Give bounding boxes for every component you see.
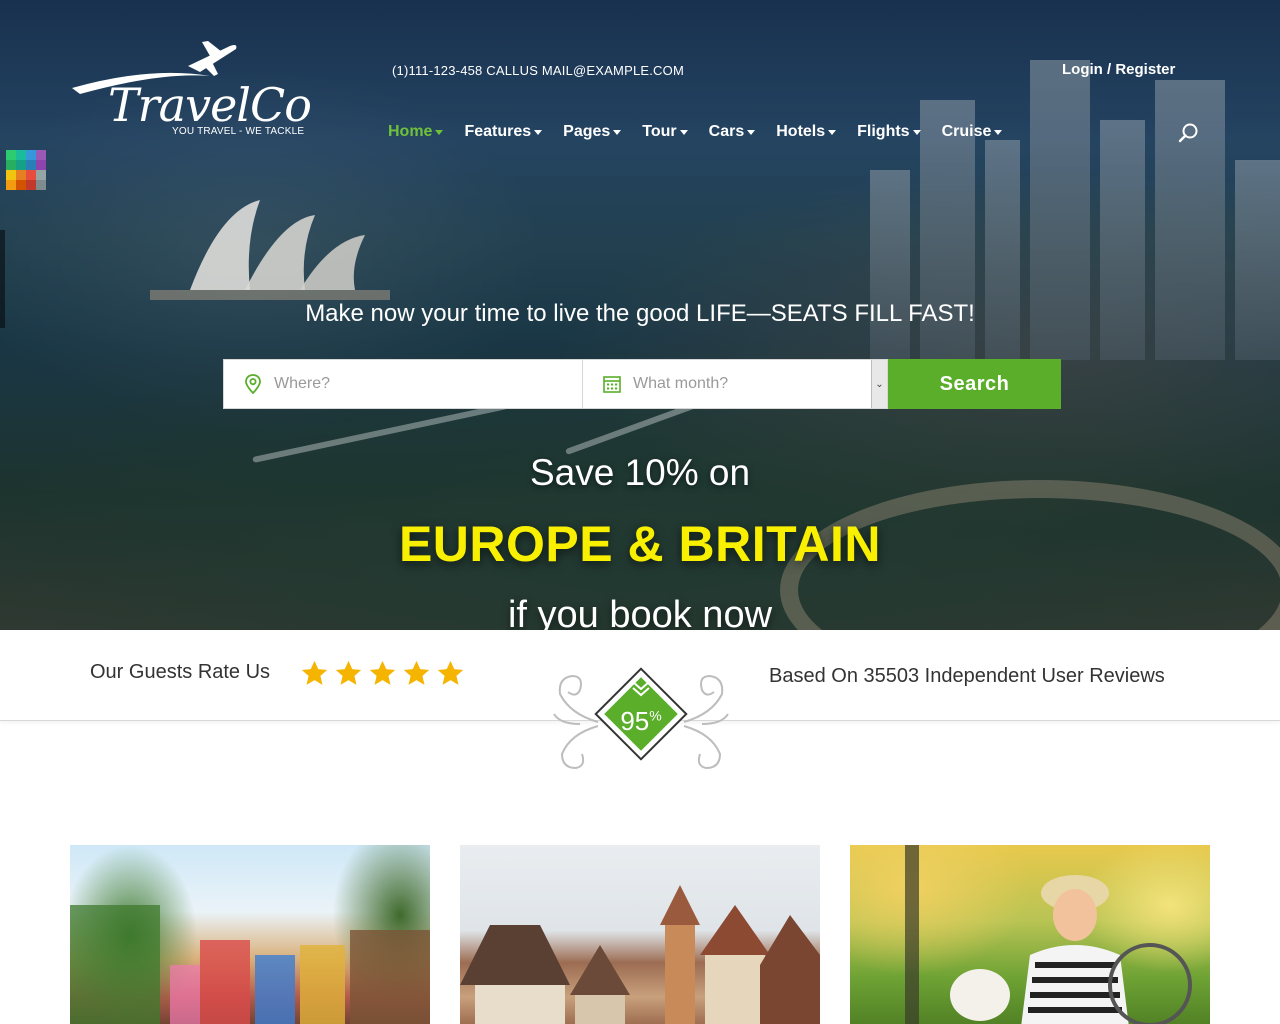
nav-item-home[interactable]: Home <box>388 121 444 143</box>
chevron-down-icon[interactable]: ⌄ <box>871 360 887 408</box>
logo-wordmark: TravelCo <box>108 78 312 132</box>
contact-info: (1)111-123-458 CALLUS MAIL@EXAMPLE.COM <box>392 63 684 78</box>
nav-item-cars[interactable]: Cars <box>709 121 756 143</box>
nav-label: Flights <box>857 123 910 140</box>
star-rating <box>300 659 465 688</box>
search-icon[interactable] <box>1178 122 1200 144</box>
month-field[interactable]: ⌄ <box>583 359 888 409</box>
hero-tagline: Make now your time to live the good LIFE… <box>305 300 975 327</box>
star-icon <box>369 660 396 685</box>
destination-card-image[interactable] <box>850 845 1210 1024</box>
hero-banner: TravelCo YOU TRAVEL - WE TACKLE (1)111-1… <box>0 0 1280 630</box>
nav-label: Cruise <box>941 123 992 140</box>
register-link[interactable]: Register <box>1115 61 1175 78</box>
caret-down-icon <box>828 129 837 135</box>
caret-down-icon <box>747 129 756 135</box>
rating-badge: 95% <box>550 664 732 778</box>
nav-label: Hotels <box>776 123 826 140</box>
destination-card-image[interactable] <box>460 845 820 1024</box>
caret-down-icon <box>435 129 444 135</box>
promo-book-line: if you book now <box>507 594 773 630</box>
search-form: ⌄ Search <box>223 359 1061 409</box>
brand-logo[interactable]: TravelCo YOU TRAVEL - WE TACKLE <box>70 38 312 138</box>
caret-down-icon <box>534 129 543 135</box>
rating-label: Our Guests Rate Us <box>90 661 271 683</box>
badge-value: 95 <box>620 706 650 736</box>
nav-label: Home <box>388 123 433 140</box>
login-link[interactable]: Login <box>1062 61 1103 78</box>
nav-item-features[interactable]: Features <box>464 121 543 143</box>
nav-item-flights[interactable]: Flights <box>857 121 921 143</box>
nav-item-pages[interactable]: Pages <box>563 121 622 143</box>
where-input[interactable] <box>274 360 582 408</box>
auth-separator: / <box>1107 61 1112 78</box>
star-icon <box>335 660 362 685</box>
star-icon <box>403 660 430 685</box>
where-field[interactable] <box>223 359 583 409</box>
caret-down-icon <box>994 129 1003 135</box>
opera-house-image <box>150 200 390 300</box>
caret-down-icon <box>679 129 688 135</box>
badge-unit: % <box>649 707 662 724</box>
caret-down-icon <box>912 129 921 135</box>
nav-item-hotels[interactable]: Hotels <box>776 121 837 143</box>
logo-tagline: YOU TRAVEL - WE TACKLE <box>172 126 305 137</box>
search-button[interactable]: Search <box>888 359 1061 409</box>
street-photo <box>70 905 430 1024</box>
promo-destination: EUROPE & BRITAIN <box>398 516 882 572</box>
nav-item-tour[interactable]: Tour <box>642 121 688 143</box>
traveler-photo <box>905 845 1192 1024</box>
caret-down-icon <box>613 129 622 135</box>
main-nav: Home Features Pages Tour Cars Hotels Fli… <box>388 121 1023 143</box>
nav-label: Cars <box>708 123 745 140</box>
star-icon <box>301 660 328 685</box>
nav-item-cruise[interactable]: Cruise <box>942 121 1003 143</box>
calendar-icon <box>603 376 621 393</box>
destination-card-image[interactable] <box>70 845 430 1024</box>
nav-label: Pages <box>563 123 611 140</box>
nav-label: Features <box>464 123 532 140</box>
map-pin-icon <box>245 374 261 395</box>
badge-percent: 95% <box>550 706 732 737</box>
auth-links: Login / Register <box>1062 61 1175 78</box>
town-photo <box>460 885 820 1024</box>
star-icon <box>437 660 464 685</box>
reviews-count-text: Based On 35503 Independent User Reviews <box>769 665 1165 687</box>
color-switcher[interactable] <box>6 150 46 190</box>
month-select[interactable] <box>633 360 887 408</box>
nav-label: Tour <box>642 123 677 140</box>
promo-save-line: Save 10% on <box>529 452 751 493</box>
